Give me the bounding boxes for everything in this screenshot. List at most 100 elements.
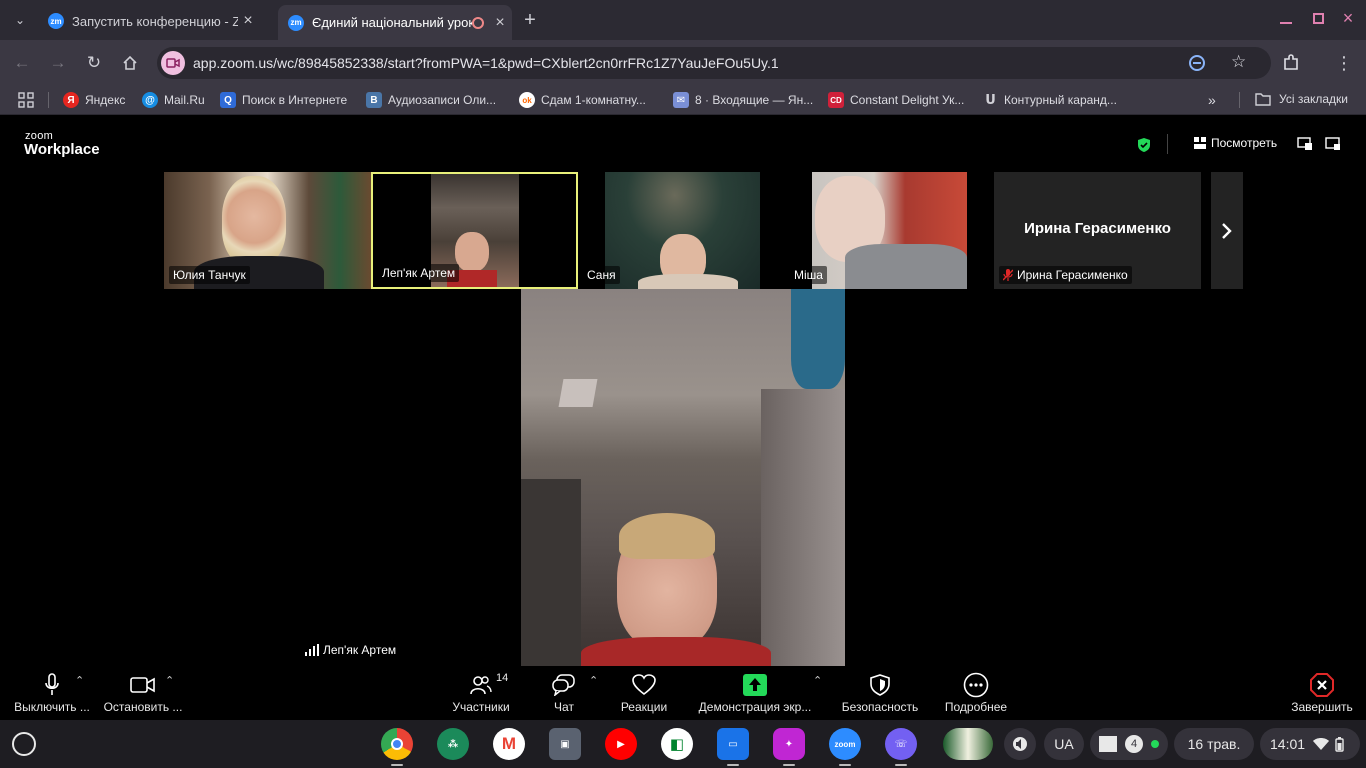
video-feed-person: [222, 176, 286, 266]
participant-tile[interactable]: Юлия Танчук: [164, 172, 371, 289]
end-meeting-label: Завершить: [1291, 700, 1353, 714]
view-label: Посмотреть: [1211, 136, 1278, 150]
virtualbox-app-icon[interactable]: ▣: [549, 728, 581, 760]
encryption-shield-icon[interactable]: [1137, 137, 1151, 153]
participant-name: Юлия Танчук: [169, 266, 250, 284]
keyboard-language-button[interactable]: UA: [1044, 728, 1084, 760]
new-tab-button[interactable]: +: [517, 7, 543, 33]
mail-icon: ✉: [673, 92, 689, 108]
arrow-right-icon: →: [49, 53, 67, 72]
apps-button[interactable]: [18, 92, 34, 108]
more-label: Подробнее: [944, 700, 1008, 714]
minimize-button[interactable]: [1273, 7, 1299, 33]
zoom-app-icon[interactable]: zoom: [829, 728, 861, 760]
bookmark-yandex[interactable]: Я Яндекс: [63, 92, 125, 108]
main-speaker-video: [521, 289, 845, 668]
participant-name: Леп'як Артем: [378, 264, 460, 282]
double-chevron-right-icon: »: [1208, 92, 1216, 108]
olx-icon: ok: [519, 92, 535, 108]
bookmark-label: Constant Delight Ук...: [850, 93, 965, 107]
bookmark-inbox[interactable]: ✉ 8 · Входящие — Ян...: [673, 92, 813, 108]
tab-search-button[interactable]: ⌄: [7, 7, 33, 33]
family-link-app-icon[interactable]: ⁂: [437, 728, 469, 760]
speaker-icon: [1013, 737, 1027, 751]
viber-app-icon[interactable]: ☏: [885, 728, 917, 760]
vk-icon: В: [366, 92, 382, 108]
video-feed-shirt: [581, 637, 771, 668]
shield-icon: [870, 670, 890, 700]
bookmark-vk-audio[interactable]: В Аудиозаписи Оли...: [366, 92, 496, 108]
youtube-app-icon[interactable]: ▶: [605, 728, 637, 760]
participant-tile-active-speaker[interactable]: Леп'як Артем: [371, 172, 578, 289]
close-tab-icon[interactable]: ×: [238, 12, 258, 30]
audio-options-caret-icon[interactable]: ⌃: [75, 674, 84, 687]
tab-title: Єдиний національний урок: [312, 15, 472, 30]
more-button[interactable]: Подробнее: [943, 670, 1009, 714]
zoom-favicon-icon: zm: [288, 14, 304, 31]
close-window-button[interactable]: ×: [1335, 5, 1361, 31]
more-vert-icon: ⋮: [1335, 52, 1353, 73]
bookmark-divider: [1239, 92, 1240, 108]
fullscreen-icon[interactable]: [1325, 137, 1341, 151]
tab-active-lesson[interactable]: zm Єдиний національний урок ×: [278, 5, 512, 40]
google-meet-app-icon[interactable]: ◧: [661, 728, 693, 760]
gmail-app-icon[interactable]: M: [493, 728, 525, 760]
reload-button[interactable]: ↻: [81, 50, 107, 76]
close-tab-icon[interactable]: ×: [490, 14, 510, 32]
participant-tile[interactable]: Ирина Герасименко Ирина Герасименко: [994, 172, 1201, 289]
bookmark-star-icon[interactable]: ☆: [1231, 52, 1246, 72]
reactions-button[interactable]: Реакции: [614, 670, 674, 714]
video-feed-hair: [619, 513, 715, 559]
view-button[interactable]: Посмотреть: [1194, 136, 1277, 150]
bookmark-pencil[interactable]: Ս Контурный каранд...: [982, 92, 1117, 108]
battery-icon: [1335, 736, 1344, 752]
notifications-button[interactable]: 4: [1090, 728, 1168, 760]
chrome-app-icon[interactable]: [381, 728, 413, 760]
participant-tile[interactable]: Саня: [578, 172, 785, 289]
system-tray-button[interactable]: 14:01: [1260, 728, 1360, 760]
security-button[interactable]: Безопасность: [839, 670, 921, 714]
window-preview-icon[interactable]: [943, 728, 993, 760]
gallery-app-icon[interactable]: ✦: [773, 728, 805, 760]
site-info-icon[interactable]: [161, 51, 185, 75]
pip-icon[interactable]: [1297, 137, 1313, 151]
running-indicator: [727, 764, 739, 766]
bookmark-apartment[interactable]: ok Сдам 1-комнатну...: [519, 92, 646, 108]
end-meeting-button[interactable]: Завершить: [1289, 670, 1355, 714]
forward-button[interactable]: →: [45, 50, 71, 76]
all-bookmarks-label: Усі закладки: [1279, 92, 1349, 106]
bookmark-constant-delight[interactable]: CD Constant Delight Ук...: [828, 92, 964, 108]
share-screen-button[interactable]: Демонстрация экр...: [696, 670, 814, 714]
bookmark-search[interactable]: Q Поиск в Интернете: [220, 92, 347, 108]
files-app-icon[interactable]: ▭: [717, 728, 749, 760]
home-button[interactable]: [117, 50, 143, 76]
audio-status-button[interactable]: [1004, 728, 1036, 760]
video-options-caret-icon[interactable]: ⌃: [165, 674, 174, 687]
notification-count-badge: 4: [1125, 735, 1143, 753]
bookmark-mailru[interactable]: @ Mail.Ru: [142, 92, 205, 108]
participant-tile[interactable]: Міша: [785, 172, 992, 289]
more-bookmarks-button[interactable]: »: [1208, 92, 1216, 108]
browser-tab-bar: ⌄ zm Запустить конференцию - Zoom × zm Є…: [0, 0, 1366, 40]
bookmarks-bar: Я Яндекс @ Mail.Ru Q Поиск в Интернете В Ауд…: [0, 85, 1366, 115]
stop-video-label: Остановить ...: [103, 700, 183, 714]
participants-label: Участники: [452, 700, 510, 714]
participants-button[interactable]: 14 Участники: [449, 670, 513, 714]
chat-options-caret-icon[interactable]: ⌃: [589, 674, 598, 687]
menu-button[interactable]: ⋮: [1331, 50, 1357, 76]
video-feed-wardrobe: [521, 479, 581, 668]
address-bar[interactable]: app.zoom.us/wc/89845852338/start?fromPWA…: [157, 47, 1271, 79]
tab-zoom-start[interactable]: zm Запустить конференцию - Zoom ×: [38, 6, 272, 36]
date-button[interactable]: 16 трав.: [1174, 728, 1254, 760]
extensions-button[interactable]: [1278, 50, 1304, 76]
more-horizontal-icon: [963, 670, 989, 700]
zoom-level-icon[interactable]: [1189, 55, 1205, 71]
chat-button[interactable]: Чат: [546, 670, 582, 714]
launcher-button[interactable]: [12, 732, 36, 756]
participants-icon: 14: [470, 670, 508, 700]
share-options-caret-icon[interactable]: ⌃: [813, 674, 822, 687]
maximize-button[interactable]: [1305, 5, 1331, 31]
all-bookmarks-button[interactable]: Усі закладки: [1255, 92, 1348, 106]
next-page-button[interactable]: [1211, 172, 1243, 289]
back-button[interactable]: ←: [9, 50, 35, 76]
